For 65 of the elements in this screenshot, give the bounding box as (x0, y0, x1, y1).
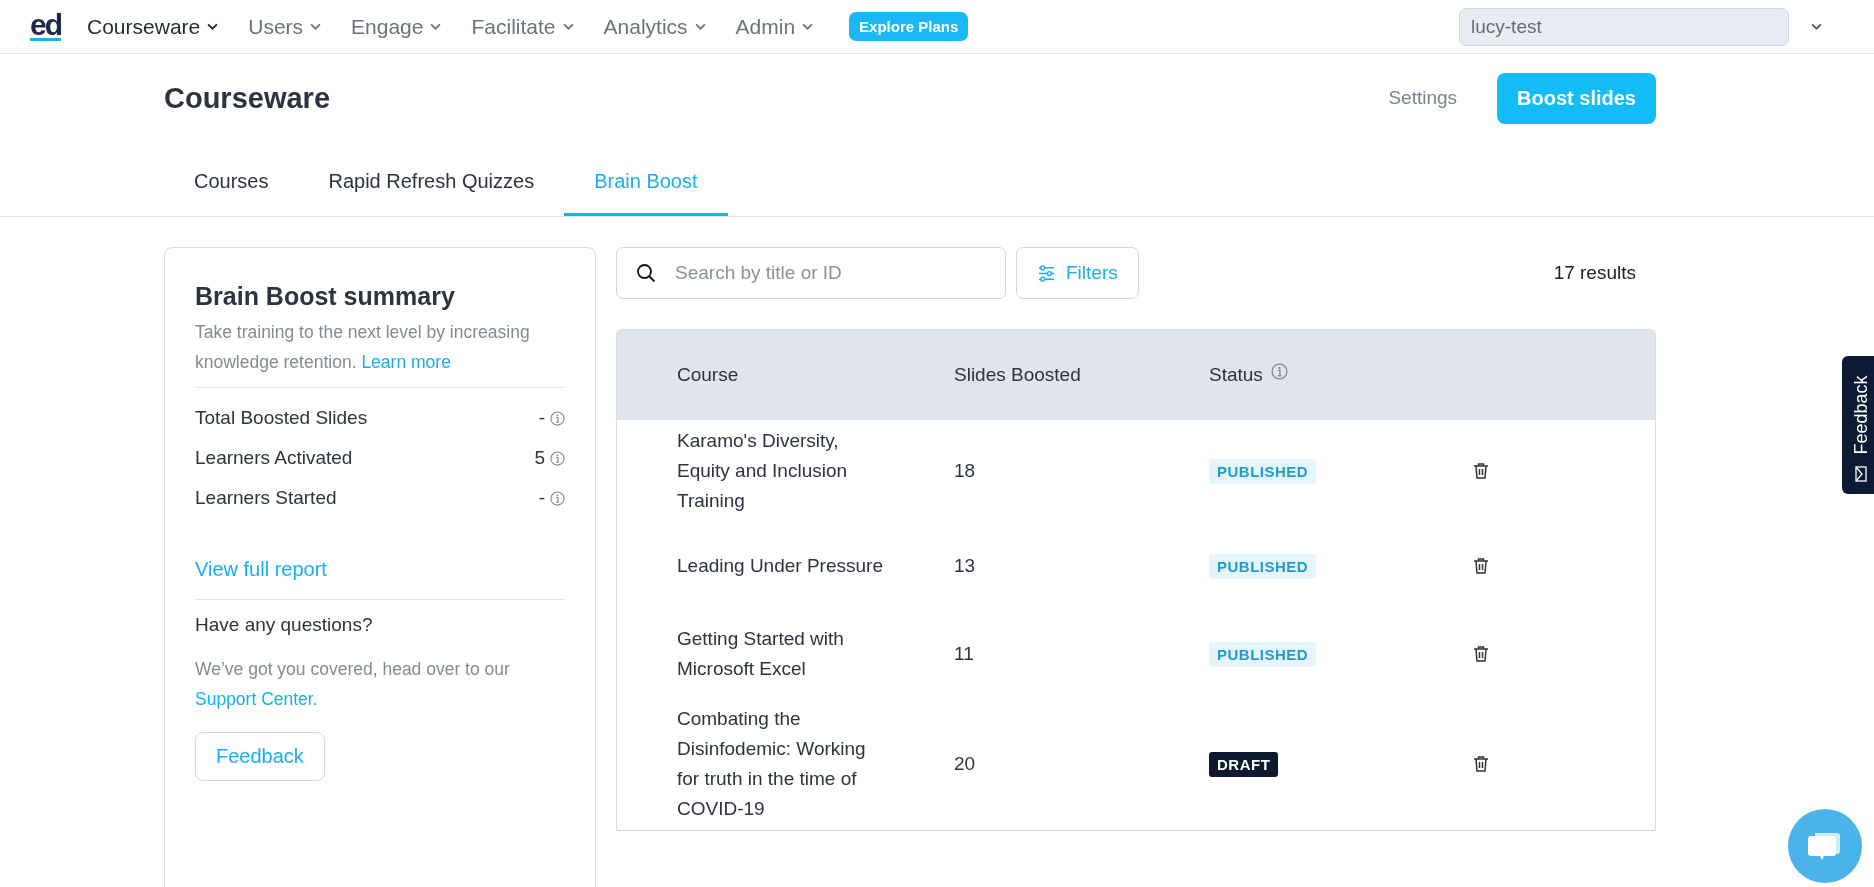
column-header: Status (1209, 364, 1263, 386)
nav-menu[interactable]: Admin (735, 14, 814, 39)
stat-value: 5 (534, 446, 545, 470)
filters-button[interactable]: Filters (1016, 247, 1139, 299)
slides-count: 13 (954, 555, 977, 577)
tab[interactable]: Courses (164, 152, 299, 216)
slides-count: 18 (954, 460, 977, 482)
info-icon[interactable] (550, 410, 565, 426)
sliders-icon (1037, 263, 1056, 283)
slides-count: 11 (954, 643, 975, 665)
summary-title: Brain Boost summary (195, 282, 456, 311)
column-header: Course (676, 364, 740, 386)
trash-icon[interactable] (1473, 462, 1489, 480)
trash-icon[interactable] (1473, 755, 1489, 773)
tab[interactable]: Brain Boost (564, 152, 728, 216)
page-title: Courseware (164, 81, 330, 115)
status-badge: PUBLISHED (1209, 458, 1317, 484)
results-count: 17 results (1553, 262, 1636, 284)
chat-bubble-icon (1807, 830, 1843, 862)
feedback-tab[interactable]: Feedback (1842, 356, 1874, 494)
questions-title: Have any questions? (195, 614, 374, 636)
nav-menu[interactable]: Analytics (603, 14, 706, 39)
support-center-link[interactable]: Support Center. (195, 689, 318, 709)
stat-value: - (538, 406, 545, 430)
info-icon[interactable] (550, 490, 565, 506)
stat-label: Total Boosted Slides (195, 406, 368, 430)
course-title: Karamo's Diversity, Equity and Inclusion Training (676, 429, 849, 513)
nav-menu[interactable]: Facilitate (471, 14, 574, 39)
view-full-report-link[interactable]: View full report (195, 558, 327, 581)
feedback-button[interactable]: Feedback (195, 732, 325, 781)
stat-label: Learners Activated (195, 446, 353, 470)
caret-icon (694, 23, 706, 30)
course-title: Combating the Disinfodemic: Working for truth in the time of COVID-19 (676, 707, 867, 821)
caret-icon (310, 23, 322, 30)
info-icon[interactable] (1270, 362, 1288, 380)
caret-icon (430, 23, 442, 30)
search-icon (636, 263, 656, 283)
course-title: Leading Under Pressure (676, 554, 884, 578)
column-header: Slides Boosted (954, 364, 1082, 386)
nav-menu[interactable]: Users (248, 14, 322, 39)
stat-value: - (538, 486, 545, 510)
envelope-icon (1855, 466, 1867, 482)
caret-icon[interactable] (1811, 23, 1822, 30)
search-field[interactable]: Search by title or ID (616, 247, 1006, 299)
nav-menu[interactable]: Courseware (87, 14, 219, 39)
questions-text: We’ve got you covered, head over to our Support Center. (195, 658, 511, 711)
summary-description: Take training to the next level by increasing knowledge retention. Learn more (195, 321, 531, 374)
caret-icon (207, 23, 219, 30)
logo[interactable]: ed (30, 12, 61, 41)
status-badge: PUBLISHED (1209, 641, 1317, 667)
info-icon[interactable] (550, 450, 565, 466)
caret-icon (562, 23, 574, 30)
status-badge: PUBLISHED (1209, 553, 1317, 579)
trash-icon[interactable] (1473, 557, 1489, 575)
trash-icon[interactable] (1473, 645, 1489, 663)
status-badge: DRAFT (1209, 751, 1279, 777)
learn-more-link[interactable]: Learn more (361, 352, 451, 372)
course-title: Getting Started with Microsoft Excel (676, 627, 845, 681)
tab[interactable]: Rapid Refresh Quizzes (298, 152, 565, 216)
caret-icon (802, 23, 814, 30)
stat-label: Learners Started (195, 486, 337, 510)
account-field[interactable]: lucy-test (1459, 7, 1789, 46)
nav-menu[interactable]: Engage (351, 14, 442, 39)
settings-link[interactable]: Settings (1388, 87, 1458, 109)
slides-count: 20 (954, 753, 977, 775)
